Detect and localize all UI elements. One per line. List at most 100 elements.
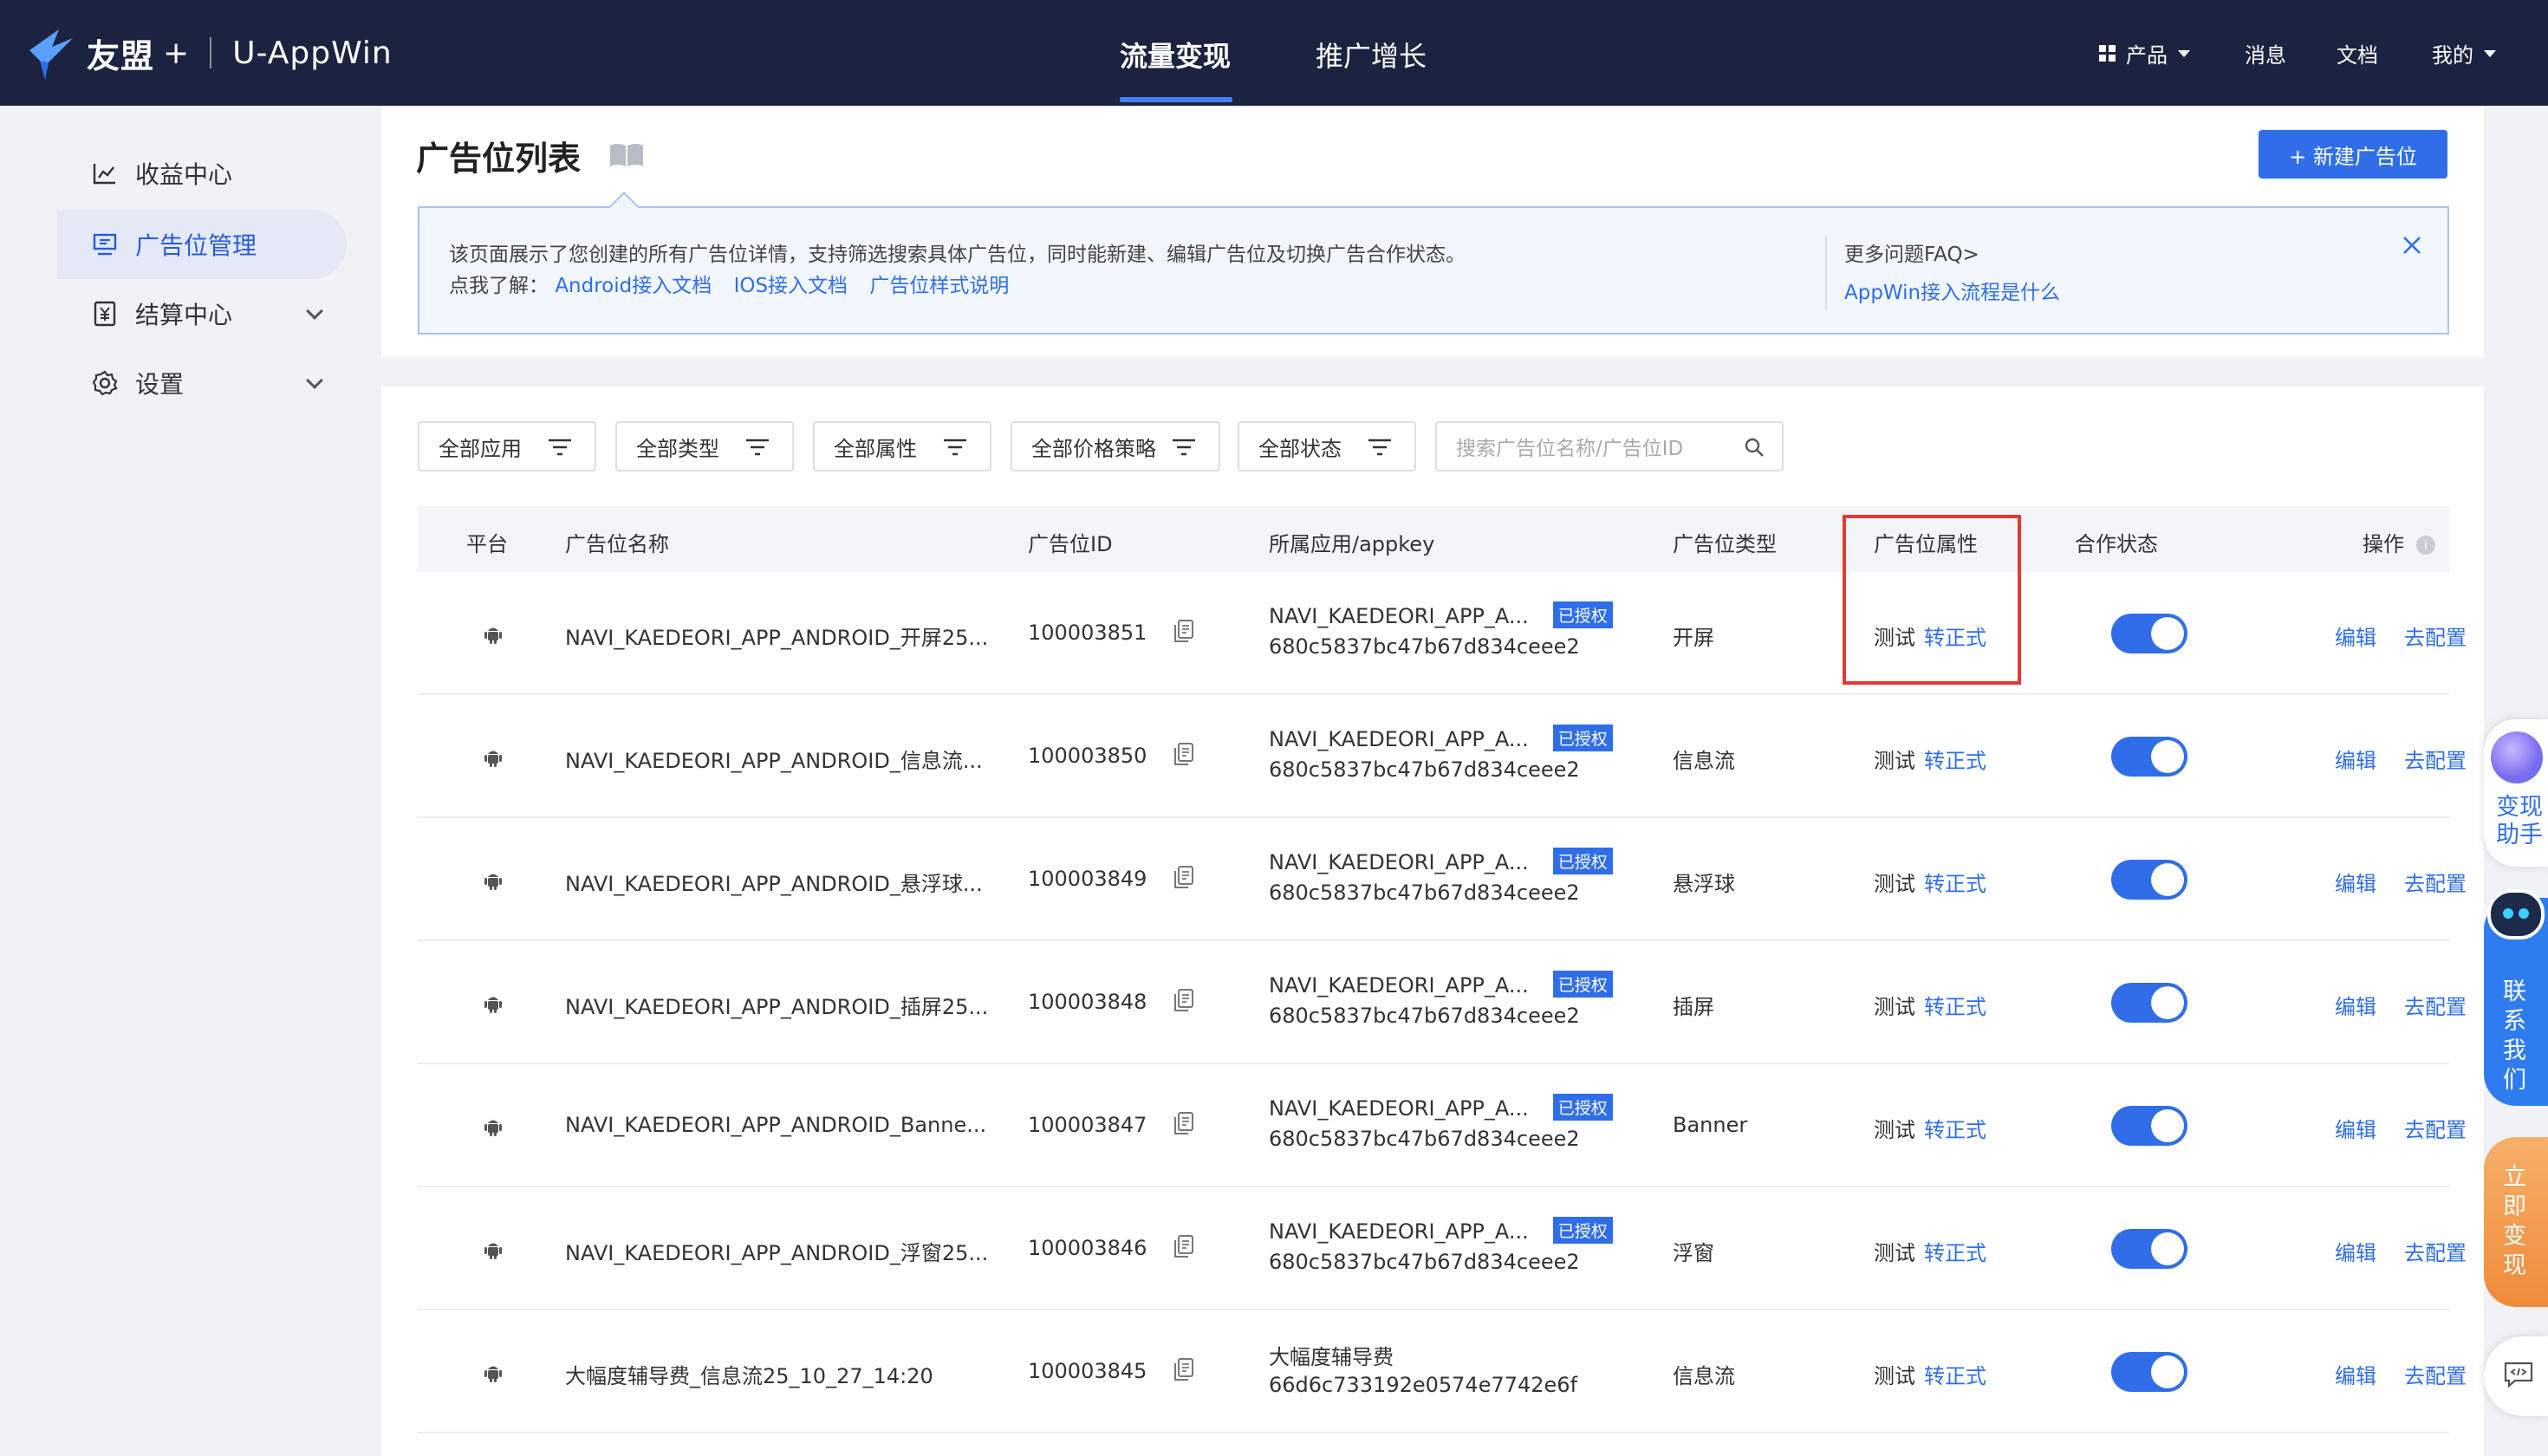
switch-to-formal-link[interactable]: 转正式 — [1924, 990, 1986, 1020]
info-links-prefix: 点我了解： — [449, 275, 549, 297]
ad-slot-id: 100003845 — [1028, 1359, 1147, 1383]
nav-monetize[interactable]: 流量变现 — [1120, 35, 1231, 75]
ad-slot-type: 开屏 — [1673, 626, 1714, 650]
products-label: 产品 — [2126, 43, 2168, 68]
ad-slot-id: 100003850 — [1028, 744, 1147, 768]
configure-link[interactable]: 去配置 — [2404, 744, 2467, 774]
cooperation-toggle[interactable] — [2111, 1229, 2187, 1269]
cooperation-toggle[interactable] — [2111, 983, 2187, 1023]
faq-link[interactable]: AppWin接入流程是什么 — [1844, 276, 2060, 305]
cooperation-toggle[interactable] — [2111, 1106, 2187, 1146]
ad-slot-name[interactable]: NAVI_KAEDEORI_APP_ANDROID_Banne... — [565, 1113, 986, 1137]
switch-to-formal-link[interactable]: 转正式 — [1924, 744, 1986, 774]
configure-link[interactable]: 去配置 — [2404, 1359, 2467, 1389]
messages-link[interactable]: 消息 — [2245, 38, 2286, 68]
info-icon[interactable]: i — [2416, 536, 2435, 555]
switch-to-formal-link[interactable]: 转正式 — [1924, 1113, 1986, 1143]
contact-us-widget[interactable]: 联系我们 — [2484, 889, 2548, 1106]
copy-icon[interactable] — [1173, 1234, 1194, 1258]
ad-slot-type: 信息流 — [1673, 749, 1735, 773]
switch-to-formal-link[interactable]: 转正式 — [1924, 867, 1986, 897]
edit-link[interactable]: 编辑 — [2335, 990, 2376, 1020]
edit-link[interactable]: 编辑 — [2335, 1236, 2376, 1266]
attr-test-label: 测试 — [1874, 749, 1915, 773]
col-type: 广告位类型 — [1673, 532, 1777, 556]
cooperation-toggle[interactable] — [2111, 860, 2187, 900]
monetize-now-widget[interactable]: 立即变现 — [2484, 1137, 2548, 1307]
sidebar: 收益中心 广告位管理 结算中心 设置 — [0, 106, 381, 1456]
sidebar-item-settings[interactable]: 设置 — [57, 348, 347, 418]
col-id: 广告位ID — [1028, 532, 1113, 556]
copy-icon[interactable] — [1173, 1357, 1194, 1381]
new-ad-slot-button[interactable]: + 新建广告位 — [2259, 130, 2447, 179]
configure-link[interactable]: 去配置 — [2404, 1236, 2467, 1266]
attr-test-label: 测试 — [1874, 1364, 1915, 1388]
filter-type[interactable]: 全部类型 — [615, 421, 794, 471]
edit-link[interactable]: 编辑 — [2335, 867, 2376, 897]
switch-to-formal-link[interactable]: 转正式 — [1924, 1359, 1986, 1389]
filter-status[interactable]: 全部状态 — [1238, 421, 1416, 471]
yen-icon — [92, 301, 118, 327]
edit-link[interactable]: 编辑 — [2335, 744, 2376, 774]
copy-icon[interactable] — [1173, 619, 1194, 643]
search-input[interactable]: 搜索广告位名称/广告位ID — [1435, 421, 1784, 471]
ad-slot-name[interactable]: NAVI_KAEDEORI_APP_ANDROID_浮窗25... — [565, 1236, 988, 1266]
configure-link[interactable]: 去配置 — [2404, 867, 2467, 897]
copy-icon[interactable] — [1173, 988, 1194, 1012]
filter-attribute[interactable]: 全部属性 — [813, 421, 991, 471]
search-icon[interactable] — [1744, 437, 1765, 458]
app-name: NAVI_KAEDEORI_APP_A... 已授权 — [1269, 601, 1613, 628]
sidebar-item-ad-slots[interactable]: 广告位管理 — [57, 210, 347, 279]
ad-slot-id: 100003847 — [1028, 1113, 1147, 1137]
ad-style-link[interactable]: 广告位样式说明 — [869, 275, 1009, 297]
ad-slot-name[interactable]: 大幅度辅导费_信息流25_10_27_14:20 — [565, 1359, 933, 1389]
filter-label: 全部类型 — [636, 436, 719, 461]
assistant-widget[interactable]: 变现助手 — [2484, 719, 2548, 867]
sidebar-item-label: 广告位管理 — [135, 231, 257, 260]
umeng-bird-icon — [29, 29, 73, 80]
cooperation-toggle[interactable] — [2111, 1352, 2187, 1392]
table-row: NAVI_KAEDEORI_APP_ANDROID_插屏25... 1000038… — [418, 941, 2467, 1064]
appkey: 680c5837bc47b67d834ceee2 — [1269, 1004, 1580, 1028]
android-doc-link[interactable]: Android接入文档 — [555, 275, 712, 297]
mine-menu[interactable]: 我的 — [2432, 38, 2496, 68]
close-icon[interactable] — [2401, 234, 2423, 257]
filter-price-strategy[interactable]: 全部价格策略 — [1011, 421, 1220, 471]
android-icon — [484, 1120, 502, 1136]
docs-link[interactable]: 文档 — [2337, 38, 2378, 68]
authorized-badge: 已授权 — [1552, 848, 1613, 874]
faq-title[interactable]: 更多问题FAQ> — [1844, 237, 1979, 267]
copy-icon[interactable] — [1173, 742, 1194, 766]
authorized-badge: 已授权 — [1552, 971, 1613, 998]
nav-growth[interactable]: 推广增长 — [1316, 35, 1427, 75]
logo[interactable]: 友盟 + U-AppWin — [26, 23, 393, 83]
cooperation-toggle[interactable] — [2111, 737, 2187, 777]
edit-link[interactable]: 编辑 — [2335, 1359, 2376, 1389]
sidebar-item-revenue[interactable]: 收益中心 — [57, 139, 347, 208]
ios-doc-link[interactable]: IOS接入文档 — [734, 275, 848, 297]
line-chart-icon — [92, 160, 118, 186]
ad-slot-name[interactable]: NAVI_KAEDEORI_APP_ANDROID_悬浮球... — [565, 867, 983, 897]
book-icon[interactable] — [608, 142, 645, 168]
copy-icon[interactable] — [1173, 1111, 1194, 1135]
feedback-widget[interactable] — [2484, 1336, 2548, 1416]
edit-link[interactable]: 编辑 — [2335, 621, 2376, 651]
configure-link[interactable]: 去配置 — [2404, 1113, 2467, 1143]
copy-icon[interactable] — [1173, 865, 1194, 889]
sidebar-item-settlement[interactable]: 结算中心 — [57, 279, 347, 348]
sidebar-item-label: 结算中心 — [135, 301, 233, 329]
cooperation-toggle[interactable] — [2111, 614, 2187, 653]
switch-to-formal-link[interactable]: 转正式 — [1924, 1236, 1986, 1266]
col-ops-label: 操作 — [2363, 532, 2404, 556]
ad-slot-name[interactable]: NAVI_KAEDEORI_APP_ANDROID_开屏25... — [565, 621, 988, 651]
product-name: U-AppWin — [232, 35, 393, 71]
filter-app[interactable]: 全部应用 — [418, 421, 596, 471]
ad-slot-name[interactable]: NAVI_KAEDEORI_APP_ANDROID_插屏25... — [565, 990, 988, 1020]
edit-link[interactable]: 编辑 — [2335, 1113, 2376, 1143]
brand-name: 友盟 — [87, 36, 155, 75]
ad-slot-name[interactable]: NAVI_KAEDEORI_APP_ANDROID_信息流... — [565, 744, 983, 774]
configure-link[interactable]: 去配置 — [2404, 990, 2467, 1020]
products-menu[interactable]: 产品 — [2099, 38, 2190, 68]
configure-link[interactable]: 去配置 — [2404, 621, 2467, 651]
appkey: 680c5837bc47b67d834ceee2 — [1269, 1127, 1580, 1151]
